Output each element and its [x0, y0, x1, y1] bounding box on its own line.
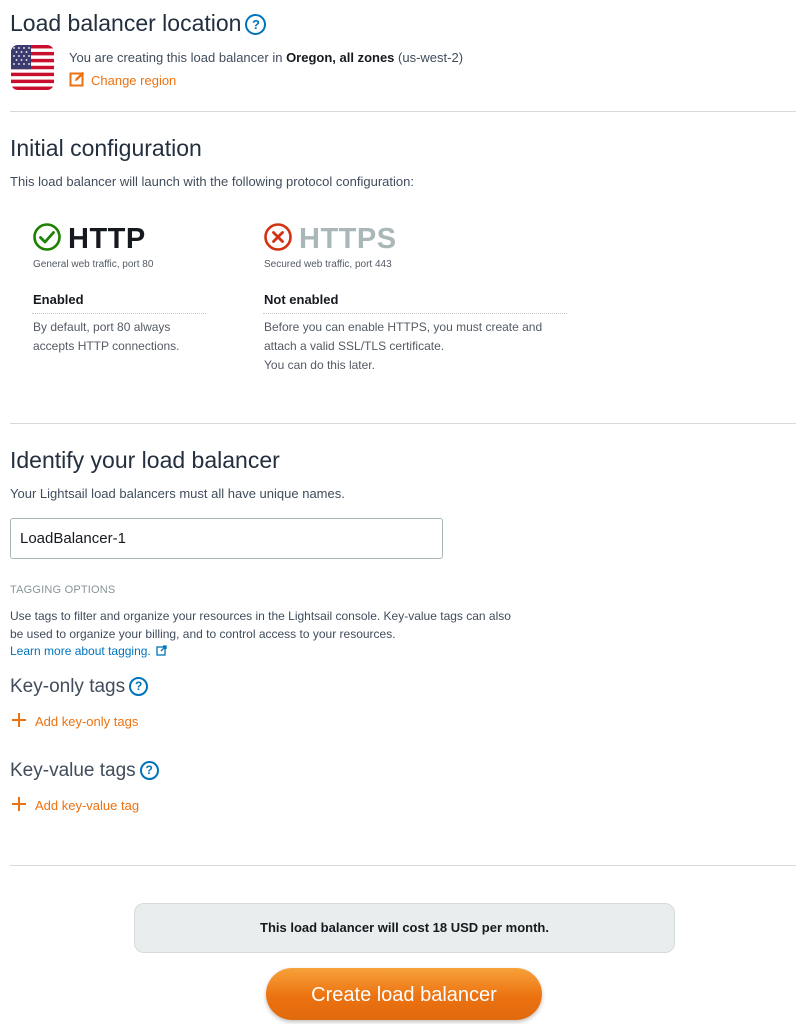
change-region-label: Change region: [91, 73, 177, 88]
check-circle-icon: [32, 222, 62, 257]
us-flag-icon: [11, 45, 54, 90]
protocol-note: accepts HTTP connections.: [33, 339, 180, 353]
region-name: Oregon, all zones: [286, 50, 395, 65]
section-divider: [10, 111, 796, 112]
region-code: (us-west-2): [394, 50, 464, 65]
protocol-note: Before you can enable HTTPS, you must cr…: [264, 320, 543, 334]
protocol-https: HTTPS: [263, 222, 397, 257]
plus-icon: [11, 712, 27, 731]
protocol-notes: Before you can enable HTTPS, you must cr…: [264, 318, 542, 375]
location-title: Load balancer location: [10, 10, 242, 36]
protocol-http: HTTP: [32, 222, 146, 257]
create-load-balancer-button[interactable]: Create load balancer: [266, 968, 542, 1020]
load-balancer-name-input[interactable]: [10, 518, 443, 559]
edit-icon: [69, 71, 85, 90]
dotted-divider: [263, 313, 567, 314]
tagging-heading: TAGGING OPTIONS: [10, 584, 116, 596]
help-icon[interactable]: ?: [245, 14, 267, 36]
add-key-value-label: Add key-value tag: [35, 798, 140, 813]
protocol-subtitle: General web traffic, port 80: [33, 259, 154, 270]
key-only-tags-title: Key-only tags: [10, 676, 126, 697]
key-value-tags-title: Key-value tags: [10, 760, 136, 781]
add-key-only-tags-button[interactable]: Add key-only tags: [11, 712, 138, 731]
protocol-note: attach a valid SSL/TLS certificate.: [264, 339, 445, 353]
change-region-link[interactable]: Change region: [69, 71, 176, 90]
key-only-tags-section: Key-only tags?: [10, 676, 149, 698]
x-circle-icon: [263, 222, 293, 257]
external-link-icon: [156, 645, 167, 659]
protocol-name: HTTP: [68, 223, 146, 255]
protocol-note: You can do this later.: [264, 358, 375, 372]
key-value-tags-section: Key-value tags?: [10, 760, 159, 782]
initial-config-title: Initial configuration: [10, 135, 202, 161]
section-divider: [10, 423, 796, 424]
add-key-only-label: Add key-only tags: [35, 714, 139, 729]
location-section-title: Load balancer location?: [10, 10, 267, 37]
add-key-value-tag-button[interactable]: Add key-value tag: [11, 796, 139, 815]
section-divider: [10, 865, 796, 866]
cost-summary: This load balancer will cost 18 USD per …: [134, 903, 675, 953]
dotted-divider: [32, 313, 206, 314]
tagging-description: Use tags to filter and organize your res…: [10, 607, 511, 643]
protocol-name: HTTPS: [299, 223, 397, 255]
help-icon[interactable]: ?: [129, 677, 149, 697]
protocol-note: By default, port 80 always: [33, 320, 171, 334]
tagging-description-line: be used to organize your billing, and to…: [10, 627, 396, 641]
region-intro: You are creating this load balancer in: [69, 50, 287, 65]
tagging-description-line: Use tags to filter and organize your res…: [10, 609, 511, 623]
initial-config-description: This load balancer will launch with the …: [10, 174, 414, 189]
protocol-notes: By default, port 80 always accepts HTTP …: [33, 318, 180, 356]
identify-title: Identify your load balancer: [10, 447, 280, 473]
protocol-subtitle: Secured web traffic, port 443: [264, 259, 392, 270]
help-icon[interactable]: ?: [139, 761, 159, 781]
protocol-status: Not enabled: [264, 292, 339, 307]
protocol-status: Enabled: [33, 292, 84, 307]
identify-description: Your Lightsail load balancers must all h…: [10, 486, 345, 501]
learn-more-tagging-link[interactable]: Learn more about tagging.: [10, 644, 167, 659]
learn-more-label: Learn more about tagging.: [10, 644, 151, 658]
region-info: You are creating this load balancer in O…: [69, 49, 463, 67]
plus-icon: [11, 796, 27, 815]
